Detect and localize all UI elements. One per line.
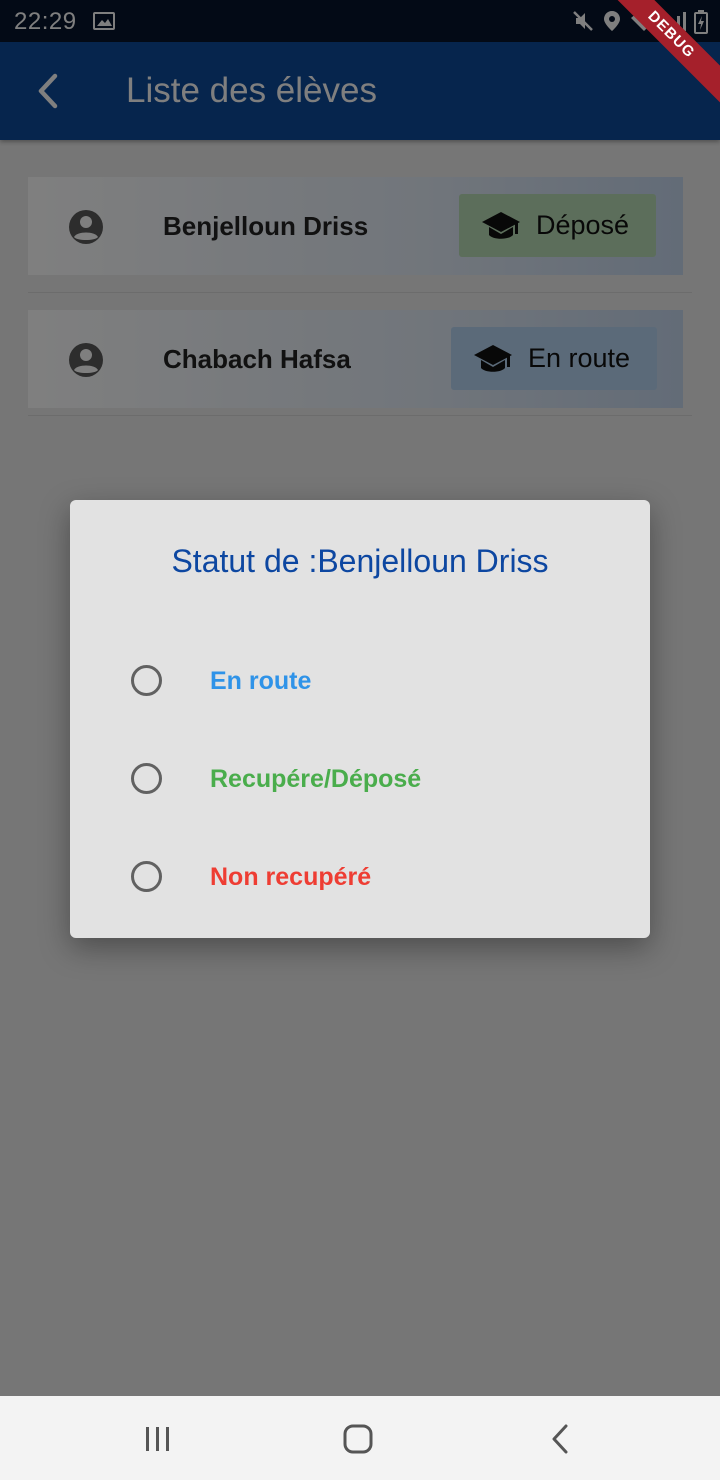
option-label: En route [210, 667, 312, 695]
dialog-title: Statut de :Benjelloun Driss [171, 543, 549, 579]
back-icon[interactable] [540, 1422, 580, 1456]
recent-apps-icon[interactable] [138, 1422, 178, 1456]
option-recupere-depose[interactable]: Recupére/Déposé [70, 743, 650, 813]
home-icon[interactable] [338, 1422, 378, 1456]
option-en-route[interactable]: En route [70, 645, 650, 715]
system-nav-bar [0, 1396, 720, 1480]
option-label: Non recupéré [210, 863, 372, 891]
radio-button[interactable] [131, 763, 162, 794]
radio-button[interactable] [131, 665, 162, 696]
option-label: Recupére/Déposé [210, 765, 422, 793]
radio-button[interactable] [131, 861, 162, 892]
option-non-recupere[interactable]: Non recupéré [70, 841, 650, 911]
status-dialog: Statut de :Benjelloun Driss En route Rec… [70, 500, 650, 938]
